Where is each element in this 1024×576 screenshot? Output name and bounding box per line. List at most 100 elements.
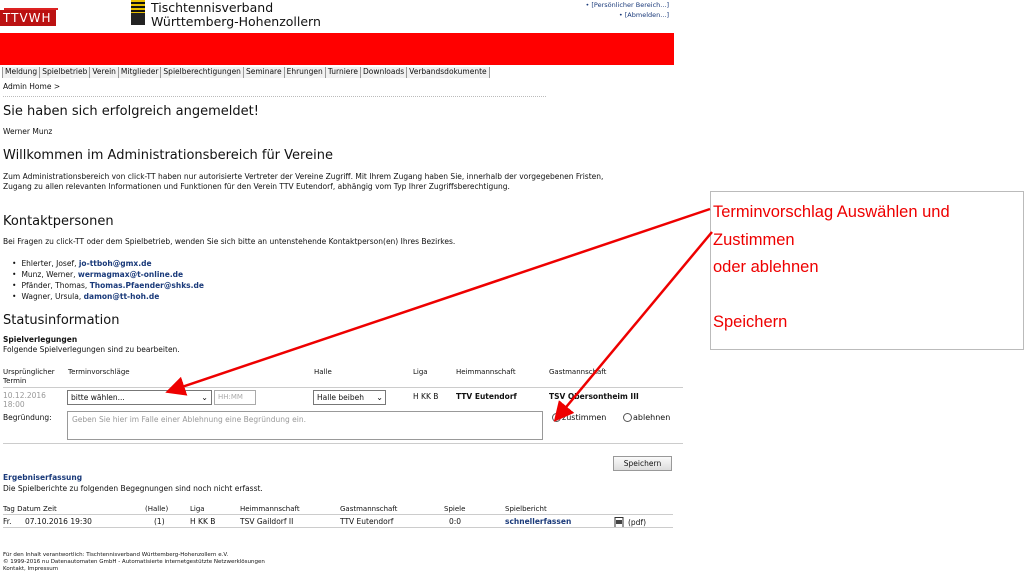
top-links: • [Persönlicher Bereich...] • [Abmelden.… (585, 0, 669, 20)
nav-verbandsdokumente[interactable]: Verbandsdokumente (407, 67, 490, 78)
contacts-intro: Bei Fragen zu click-TT oder dem Spielbet… (3, 237, 456, 246)
nav-turniere[interactable]: Turniere (325, 67, 361, 78)
logo-mark (4, 0, 58, 10)
select-value: Halle beibeh (317, 393, 364, 402)
list-item: Pfänder, Thomas, Thomas.Pfaender@shks.de (12, 280, 204, 291)
date-proposal-select[interactable]: bitte wählen... ⌄ (67, 390, 212, 405)
original-time-value: 18:00 (3, 400, 25, 409)
coat-of-arms-icon (131, 0, 145, 25)
contact-email-link[interactable]: damon@tt-hoh.de (84, 292, 160, 301)
original-date: 10.12.2016 18:00 (3, 391, 46, 409)
contact-email-link[interactable]: Thomas.Pfaender@shks.de (90, 281, 204, 290)
annotation-line: Speichern (713, 313, 788, 331)
col-header-home: Heimmannschaft (240, 505, 300, 513)
col-header-games: Spiele (444, 505, 466, 513)
result-hall: (1) (154, 517, 165, 526)
org-name-line2: Württemberg-Hohenzollern (151, 13, 321, 29)
chevron-down-icon: ⌄ (376, 393, 383, 402)
nav-spielbetrieb[interactable]: Spielbetrieb (40, 67, 91, 78)
radio-button[interactable] (552, 413, 561, 422)
col-header-report: Spielbericht (505, 505, 547, 513)
result-day: Fr. (3, 517, 12, 526)
hall-select[interactable]: Halle beibeh ⌄ (313, 390, 386, 405)
agree-label: zustimmen (562, 413, 607, 422)
results-subtitle: Die Spielberichte zu folgenden Begegnung… (3, 484, 263, 493)
footer-contact-link[interactable]: Kontakt, Impressum (3, 566, 265, 573)
annotation-line: oder ablehnen (713, 258, 819, 276)
col-header-hall: Halle (314, 368, 332, 376)
reject-label: ablehnen (633, 413, 671, 422)
personal-area-link[interactable]: • [Persönlicher Bereich...] (585, 0, 669, 10)
breadcrumb[interactable]: Admin Home > (3, 82, 60, 91)
agree-radio[interactable]: zustimmen (552, 413, 606, 422)
contact-list: Ehlerter, Josef, jo-ttboh@gmx.de Munz, W… (12, 258, 204, 302)
list-item: Wagner, Ursula, damon@tt-hoh.de (12, 291, 204, 302)
contact-name: Wagner, Ursula, (21, 292, 84, 301)
contact-name: Ehlerter, Josef, (21, 259, 79, 268)
ttvwh-logo[interactable]: TTVWH (0, 0, 62, 30)
save-button[interactable]: Speichern (613, 456, 672, 471)
nav-spielberechtigungen[interactable]: Spielberechtigungen (161, 67, 244, 78)
reason-textarea[interactable]: Geben Sie hier im Falle einer Ablehnung … (67, 411, 543, 440)
contact-name: Munz, Werner, (21, 270, 78, 279)
arrow-to-radio (553, 231, 713, 422)
nav-mitglieder[interactable]: Mitglieder (118, 67, 162, 78)
reject-radio[interactable]: ablehnen (623, 413, 670, 422)
col-header-original-date: Ursprünglicher Termin (3, 368, 55, 385)
col-header-guest: Gastmannschaft (549, 368, 607, 376)
col-header-guest: Gastmannschaft (340, 505, 398, 513)
time-input[interactable]: HH:MM (214, 390, 256, 405)
chevron-down-icon: ⌄ (201, 393, 208, 402)
divider (3, 527, 673, 528)
quick-entry-link[interactable]: schnellerfassen (505, 517, 571, 526)
logout-link[interactable]: • [Abmelden...] (585, 10, 669, 20)
result-games: 0:0 (449, 517, 462, 526)
logo-text: TTVWH (0, 10, 56, 26)
header-banner (0, 33, 674, 65)
nav-verein[interactable]: Verein (90, 67, 119, 78)
col-header-league: Liga (413, 368, 428, 376)
reason-label: Begründung: (3, 413, 52, 422)
nav-downloads[interactable]: Downloads (360, 67, 408, 78)
result-home: TSV Gaildorf II (240, 517, 294, 526)
select-value: bitte wählen... (71, 393, 125, 402)
col-header-league: Liga (190, 505, 205, 513)
contact-email-link[interactable]: wermagmax@t-online.de (78, 270, 183, 279)
user-name: Werner Munz (3, 127, 53, 136)
nav-meldung[interactable]: Meldung (2, 67, 41, 78)
radio-button[interactable] (623, 413, 632, 422)
result-datetime: 07.10.2016 19:30 (25, 517, 92, 526)
col-header-hall: (Halle) (145, 505, 169, 513)
welcome-title: Willkommen im Administrationsbereich für… (3, 148, 333, 163)
footer-responsible: Für den Inhalt verantwortlich: Tischtenn… (3, 552, 229, 558)
nav-ehrungen[interactable]: Ehrungen (284, 67, 326, 78)
reschedule-title: Spielverlegungen (3, 335, 78, 344)
original-date-value: 10.12.2016 (3, 391, 46, 400)
annotation-line: Zustimmen (713, 230, 795, 249)
nav-seminare[interactable]: Seminare (243, 67, 285, 78)
league-value: H KK B (413, 392, 439, 401)
home-team: TTV Eutendorf (456, 392, 517, 401)
org-name-line1: Tischtennisverband (151, 0, 274, 15)
divider (3, 96, 546, 97)
org-name: Tischtennisverband Württemberg-Hohenzoll… (151, 1, 321, 28)
results-title[interactable]: Ergebniserfassung (3, 473, 82, 482)
status-title: Statusinformation (3, 313, 120, 328)
list-item: Munz, Werner, wermagmax@t-online.de (12, 269, 204, 280)
footer-copyright: © 1999-2016 nu Datenautomaten GmbH - Aut… (3, 559, 265, 565)
result-guest: TTV Eutendorf (340, 517, 394, 526)
pdf-label: (pdf) (628, 518, 647, 527)
guest-team: TSV Obersontheim III (549, 392, 639, 401)
col-header-home: Heimmannschaft (456, 368, 516, 376)
col-header-date: Tag Datum Zeit (3, 505, 57, 513)
col-header-proposals: Terminvorschläge (68, 368, 130, 376)
result-league: H KK B (190, 517, 216, 526)
annotation-text: Terminvorschlag Auswählen und Zustimmen … (713, 199, 950, 337)
divider (3, 387, 683, 388)
intro-text: Zum Administrationsbereich von click-TT … (3, 172, 604, 191)
contact-name: Pfänder, Thomas, (21, 281, 90, 290)
main-nav: Meldung Spielbetrieb Verein Mitglieder S… (2, 67, 490, 78)
contact-email-link[interactable]: jo-ttboh@gmx.de (79, 259, 152, 268)
list-item: Ehlerter, Josef, jo-ttboh@gmx.de (12, 258, 204, 269)
footer: Für den Inhalt verantwortlich: Tischtenn… (3, 552, 265, 573)
